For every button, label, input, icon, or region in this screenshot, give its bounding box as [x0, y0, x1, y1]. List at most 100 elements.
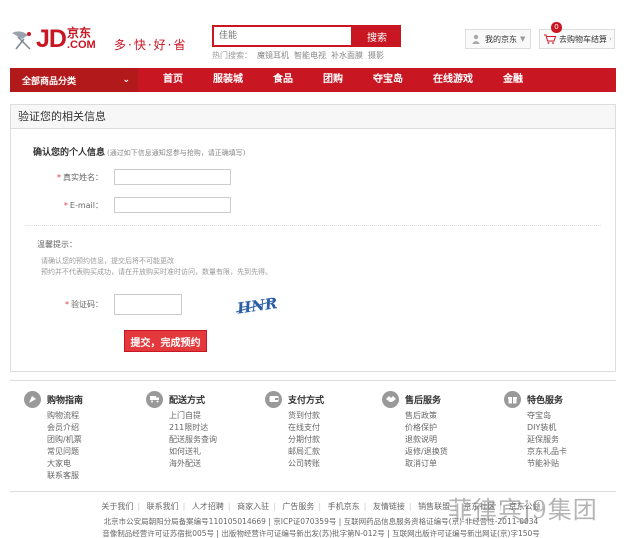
email-field[interactable] [114, 197, 231, 213]
footer-separator: | [318, 502, 322, 511]
service-link[interactable]: 邮局汇款 [288, 446, 324, 458]
captcha-label-text: 验证码： [71, 300, 103, 309]
all-categories-label: 全部商品分类 [22, 76, 77, 87]
search-input[interactable] [214, 27, 351, 45]
section-note: (通过如下信息通知您参与抢购，请正确填写) [107, 149, 246, 157]
service-link[interactable]: DIY装机 [527, 422, 567, 434]
footer-link[interactable]: 友情链接 [369, 502, 409, 511]
service-link[interactable]: 分期付款 [288, 434, 324, 446]
captcha-image[interactable]: HNR [234, 292, 278, 318]
nav-item-games[interactable]: 在线游戏 [418, 68, 488, 92]
panel-title: 验证您的相关信息 [11, 105, 615, 129]
service-link[interactable]: 京东礼品卡 [527, 446, 567, 458]
hot-search: 热门搜索： 魔镜耳机 智能电视 补水面膜 摄影 [212, 50, 384, 61]
guide-icon [24, 390, 41, 408]
jd-logo[interactable]: JD 京东 .COM [10, 22, 96, 56]
hot-search-label: 热门搜索： [212, 51, 252, 60]
footer-link[interactable]: 联系我们 [143, 502, 183, 511]
hot-word-link[interactable]: 补水面膜 [331, 50, 363, 61]
copyright-line: 音像制品经营许可证苏宿批005号 | 出版物经营许可证编号新出发(苏)批字第N-… [102, 529, 540, 538]
service-link[interactable]: 团购/机票 [47, 434, 83, 446]
tip-line: 请确认您的预约信息，提交后将不可能更改 [41, 257, 174, 265]
name-row: * 真实姓名： [11, 169, 231, 185]
captcha-field[interactable] [114, 294, 182, 315]
service-title: 配送方式 [169, 395, 206, 406]
service-link[interactable]: 如何送礼 [169, 446, 217, 458]
chevron-down-icon: ⌄ [122, 75, 130, 85]
captcha-text: HNR [235, 294, 278, 318]
service-link[interactable]: 211限时达 [169, 422, 217, 434]
email-row: * E-mail： [11, 197, 231, 213]
service-link[interactable]: 返修/退换货 [405, 446, 448, 458]
required-star: * [65, 300, 69, 309]
nav-item-auction[interactable]: 夺宝岛 [358, 68, 418, 92]
watermark-text: 菲律宾j9集团 [448, 496, 598, 524]
logo-com-text: .COM [66, 39, 96, 51]
search-button[interactable]: 搜索 [353, 25, 401, 47]
chevron-right-icon: › [609, 35, 612, 43]
my-jd-label: 我的京东 [485, 34, 517, 44]
search-box [212, 25, 353, 47]
service-link[interactable]: 节能补贴 [527, 458, 567, 470]
divider [25, 225, 601, 226]
slogan: 多·快·好·省 [114, 38, 188, 52]
service-title: 售后服务 [405, 395, 442, 406]
service-link[interactable]: 海外配送 [169, 458, 217, 470]
hot-word-link[interactable]: 摄影 [368, 50, 384, 61]
footer-link[interactable]: 手机京东 [324, 502, 364, 511]
cart-label: 去购物车结算 [559, 34, 607, 44]
service-link[interactable]: 大家电 [47, 458, 83, 470]
name-label: * 真实姓名： [11, 172, 114, 183]
tips-title: 温馨提示： [37, 240, 77, 249]
required-star: * [63, 200, 68, 210]
service-link[interactable]: 价格保护 [405, 422, 448, 434]
service-title: 支付方式 [288, 395, 325, 406]
wallet-icon [265, 390, 282, 408]
service-link[interactable]: 在线支付 [288, 422, 324, 434]
hot-word-link[interactable]: 智能电视 [294, 50, 326, 61]
handshake-icon [382, 390, 399, 408]
chevron-down-icon: ▼ [520, 35, 526, 43]
logo-jd-text: JD [36, 24, 67, 53]
service-link[interactable]: 常见问题 [47, 446, 83, 458]
tip-line: 预约并不代表购买成功，请在开放购买时准时访问，数量有限，先到先得。 [41, 268, 272, 276]
service-link[interactable]: 货到付款 [288, 410, 324, 422]
my-jd-dropdown[interactable]: 我的京东 ▼ [465, 29, 531, 49]
nav-item-food[interactable]: 食品 [258, 68, 308, 92]
service-link[interactable]: 配送服务查询 [169, 434, 217, 446]
service-link[interactable]: 会员介绍 [47, 422, 83, 434]
nav-item-groupbuy[interactable]: 团购 [308, 68, 358, 92]
main-nav: 全部商品分类 ⌄ 首页 服装城 食品 团购 夺宝岛 在线游戏 金融 [10, 68, 616, 92]
service-link[interactable]: 公司转账 [288, 458, 324, 470]
section-title: 确认您的个人信息 (通过如下信息通知您参与抢购，请正确填写) [33, 145, 245, 158]
hot-word-link[interactable]: 魔镜耳机 [257, 50, 289, 61]
service-footer: 购物指南 购物流程 会员介绍 团购/机票 常见问题 大家电 联系客服 配送方式 … [10, 380, 616, 492]
nav-item-finance[interactable]: 金融 [488, 68, 538, 92]
satellite-dog-icon [10, 27, 36, 51]
service-column: 支付方式 货到付款 在线支付 分期付款 邮局汇款 公司转账 [265, 390, 325, 470]
service-link[interactable]: 上门自提 [169, 410, 217, 422]
service-link[interactable]: 取消订单 [405, 458, 448, 470]
service-link[interactable]: 购物流程 [47, 410, 83, 422]
all-categories-menu[interactable]: 全部商品分类 ⌄ [10, 68, 138, 92]
service-link[interactable]: 联系客服 [47, 470, 83, 482]
verify-info-panel: 验证您的相关信息 确认您的个人信息 (通过如下信息通知您参与抢购，请正确填写) *… [10, 104, 616, 372]
name-label-text: 真实姓名： [63, 172, 103, 182]
submit-reservation-button[interactable]: 提交，完成预约 [124, 330, 207, 352]
nav-item-clothing[interactable]: 服装城 [198, 68, 258, 92]
real-name-field[interactable] [114, 169, 231, 185]
service-link[interactable]: 延保服务 [527, 434, 567, 446]
service-title: 购物指南 [47, 395, 84, 406]
footer-link[interactable]: 商家入驻 [233, 502, 273, 511]
footer-link[interactable]: 关于我们 [97, 502, 137, 511]
footer-link[interactable]: 广告服务 [278, 502, 318, 511]
service-link[interactable]: 售后政策 [405, 410, 448, 422]
service-link[interactable]: 夺宝岛 [527, 410, 567, 422]
cart-icon [544, 34, 556, 44]
captcha-label: * 验证码： [11, 299, 114, 310]
service-link[interactable]: 退款说明 [405, 434, 448, 446]
cart-button[interactable]: 去购物车结算 › [539, 29, 615, 49]
nav-item-home[interactable]: 首页 [148, 68, 198, 92]
truck-icon [146, 390, 163, 408]
footer-link[interactable]: 人才招聘 [188, 502, 228, 511]
